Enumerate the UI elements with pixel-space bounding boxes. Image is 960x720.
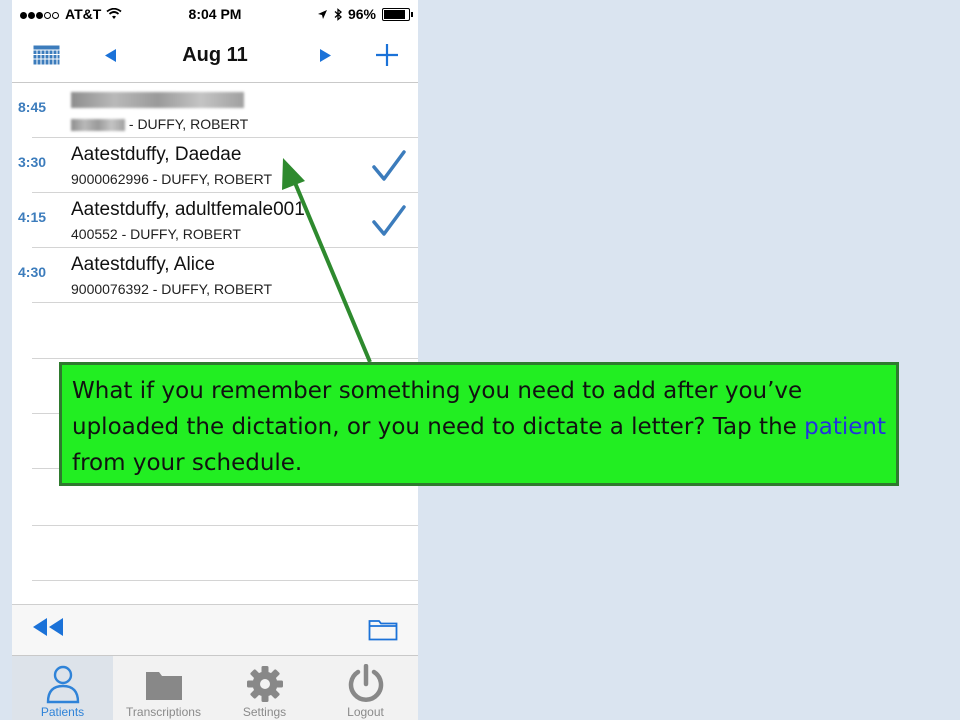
add-button[interactable] <box>372 40 402 70</box>
tab-label: Transcriptions <box>126 705 201 719</box>
folder-icon <box>146 672 182 700</box>
row-divider <box>32 525 418 526</box>
schedule-date-title: Aug 11 <box>182 44 248 66</box>
appointment-time: 4:15 <box>18 209 47 225</box>
patient-details: 9000062996 - DUFFY, ROBERT <box>71 171 273 187</box>
checkmark-icon <box>372 205 406 236</box>
appointment-time: 4:30 <box>18 264 47 280</box>
checkmark-icon <box>372 150 406 181</box>
tab-label: Patients <box>40 705 85 719</box>
appointment-row[interactable]: 4:15 Aatestduffy, adultfemale001 400552 … <box>12 193 418 248</box>
tab-label: Settings <box>242 705 287 719</box>
tab-logout[interactable]: Logout <box>315 656 416 720</box>
patient-details: 9000076392 - DUFFY, ROBERT <box>71 281 273 297</box>
appointment-row[interactable]: 4:30 Aatestduffy, Alice 9000076392 - DUF… <box>12 248 418 303</box>
plus-icon <box>376 44 398 66</box>
appointment-time: 3:30 <box>18 154 47 170</box>
location-arrow-icon <box>317 9 327 19</box>
folder-button[interactable] <box>368 617 400 643</box>
battery-icon <box>382 7 413 21</box>
row-divider <box>32 580 418 581</box>
schedule-nav-bar: Aug 11 <box>12 30 418 83</box>
person-icon <box>46 665 80 704</box>
callout-highlight: patient <box>804 414 886 440</box>
tab-bar: Patients Transcriptions Settings Logout <box>12 655 418 720</box>
triangle-right-icon <box>320 48 331 62</box>
gear-icon <box>247 666 283 702</box>
patient-name: Aatestduffy, Daedae <box>71 144 242 165</box>
patient-details: - DUFFY, ROBERT <box>71 116 248 132</box>
next-day-button[interactable] <box>314 40 336 70</box>
patient-details: 400552 - DUFFY, ROBERT <box>71 226 241 242</box>
tab-transcriptions[interactable]: Transcriptions <box>113 656 214 720</box>
rewind-button[interactable] <box>32 617 68 643</box>
phone-screen: AT&T 8:04 PM 96% Aug 11 8:45 - DUFFY, RO… <box>12 0 418 720</box>
row-divider <box>32 358 418 359</box>
patient-name: Aatestduffy, Alice <box>71 254 215 275</box>
instruction-callout: What if you remember something you need … <box>59 362 899 486</box>
patient-name: Aatestduffy, adultfemale001 <box>71 199 305 220</box>
power-icon <box>348 664 384 702</box>
bottom-toolbar <box>12 604 418 655</box>
patient-name-redacted <box>71 89 244 111</box>
folder-outline-icon <box>368 620 398 641</box>
bluetooth-icon <box>334 7 342 21</box>
tab-patients[interactable]: Patients <box>12 656 113 720</box>
appointment-time: 8:45 <box>18 99 47 115</box>
status-bar: AT&T 8:04 PM 96% <box>12 0 418 30</box>
rewind-icon <box>33 618 63 636</box>
tab-settings[interactable]: Settings <box>214 656 315 720</box>
appointment-row[interactable]: 3:30 Aatestduffy, Daedae 9000062996 - DU… <box>12 138 418 193</box>
tab-label: Logout <box>347 705 384 719</box>
appointment-row[interactable]: 8:45 - DUFFY, ROBERT <box>12 83 418 138</box>
battery-percent: 96% <box>347 6 376 22</box>
callout-text: What if you remember something you need … <box>72 378 886 476</box>
